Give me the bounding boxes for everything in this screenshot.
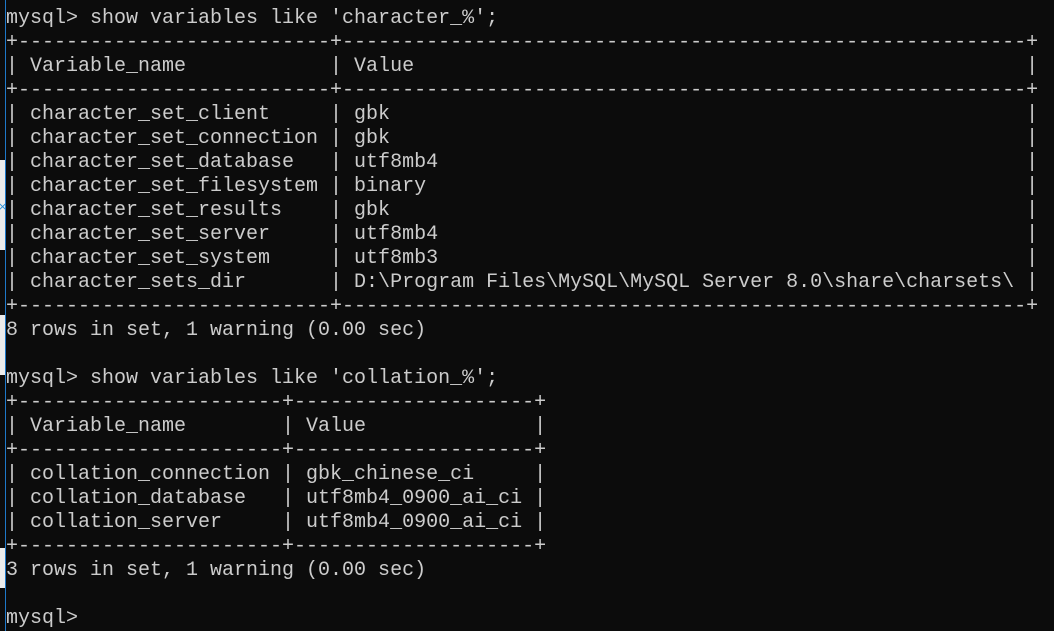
table-row: | character_set_database | utf8mb4 | (6, 151, 1039, 174)
table-border: +----------------------+----------------… (6, 439, 547, 462)
table-row: | character_set_client | gbk | (6, 103, 1039, 126)
table-border: +--------------------------+------------… (6, 295, 1039, 318)
result-summary: 3 rows in set, 1 warning (0.00 sec) (6, 559, 427, 582)
table-border: +----------------------+----------------… (6, 535, 547, 558)
terminal-output[interactable]: mysql> show variables like 'character_%'… (6, 7, 1054, 631)
table-row: | collation_connection | gbk_chinese_ci … (6, 463, 547, 486)
table-row: | collation_server | utf8mb4_0900_ai_ci … (6, 511, 547, 534)
table-border: +--------------------------+------------… (6, 31, 1039, 54)
table-row: | character_set_filesystem | binary | (6, 175, 1039, 198)
table-row: | collation_database | utf8mb4_0900_ai_c… (6, 487, 547, 510)
table-row: | character_set_system | utf8mb3 | (6, 247, 1039, 270)
table-border: +----------------------+----------------… (6, 391, 547, 414)
table-row: | character_set_server | utf8mb4 | (6, 223, 1039, 246)
prompt-line[interactable]: mysql> (6, 607, 1054, 631)
table-row: | character_set_results | gbk | (6, 199, 1039, 222)
table-row: | character_sets_dir | D:\Program Files\… (6, 271, 1039, 294)
table-border: +--------------------------+------------… (6, 79, 1039, 102)
table-row: | character_set_connection | gbk | (6, 127, 1039, 150)
command-line: mysql> show variables like 'character_%'… (6, 7, 499, 30)
table-header: | Variable_name | Value | (6, 55, 1039, 78)
table-header: | Variable_name | Value | (6, 415, 547, 438)
result-summary: 8 rows in set, 1 warning (0.00 sec) (6, 319, 427, 342)
command-line: mysql> show variables like 'collation_%'… (6, 367, 499, 390)
